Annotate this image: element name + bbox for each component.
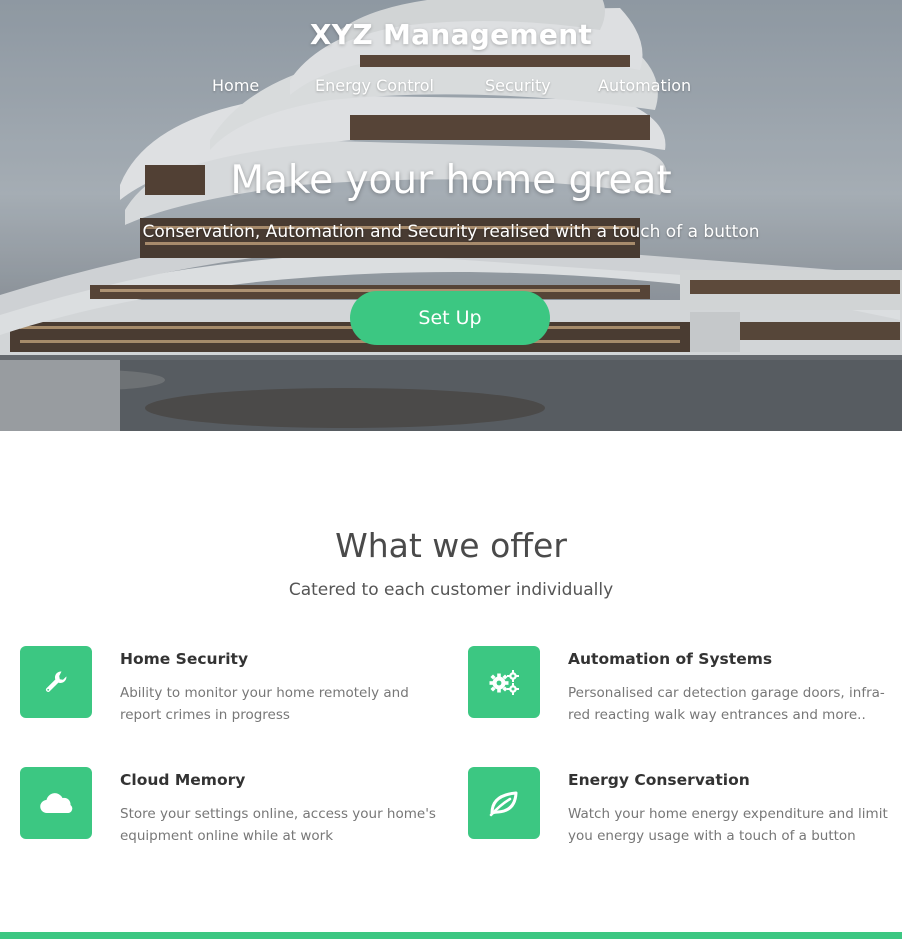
nav-item-energy-control[interactable]: Energy Control [315,76,434,95]
feature-icon-box [20,767,92,839]
hero-subtitle: Conservation, Automation and Security re… [142,222,760,242]
main-nav: Home Energy Control Security Automation [0,76,902,98]
feature-description: Watch your home energy expenditure and l… [568,806,888,844]
brand-name[interactable]: XYZ Management [0,18,902,51]
hero-section: XYZ Management Home Energy Control Secur… [0,0,902,431]
feature-cloud-memory: Cloud Memory Store your settings online,… [20,767,440,847]
wrench-icon [45,671,67,692]
gears-icon [489,670,519,695]
hero-title: Make your home great [230,158,672,203]
footer-accent-bar [0,932,902,939]
leaf-icon [489,791,518,817]
cloud-icon [40,793,73,814]
nav-item-security[interactable]: Security [485,76,551,95]
feature-description: Ability to monitor your home remotely an… [120,685,409,723]
feature-title: Home Security [120,650,249,668]
feature-home-security: Home Security Ability to monitor your ho… [20,646,440,726]
set-up-button[interactable]: Set Up [350,291,550,345]
feature-title: Cloud Memory [120,771,246,789]
feature-icon-box [468,646,540,718]
feature-description: Store your settings online, access your … [120,806,436,844]
hero-overlay [0,0,902,431]
feature-icon-box [20,646,92,718]
feature-title: Automation of Systems [568,650,773,668]
offer-subtitle: Catered to each customer individually [288,580,614,600]
feature-icon-box [468,767,540,839]
feature-energy-conservation: Energy Conservation Watch your home ener… [468,767,888,847]
feature-title: Energy Conservation [568,771,750,789]
feature-description: Personalised car detection garage doors,… [568,685,885,723]
feature-automation-of-systems: Automation of Systems Personalised car d… [468,646,888,726]
nav-item-automation[interactable]: Automation [598,76,691,95]
offer-title: What we offer [335,526,567,565]
nav-item-home[interactable]: Home [212,76,259,95]
